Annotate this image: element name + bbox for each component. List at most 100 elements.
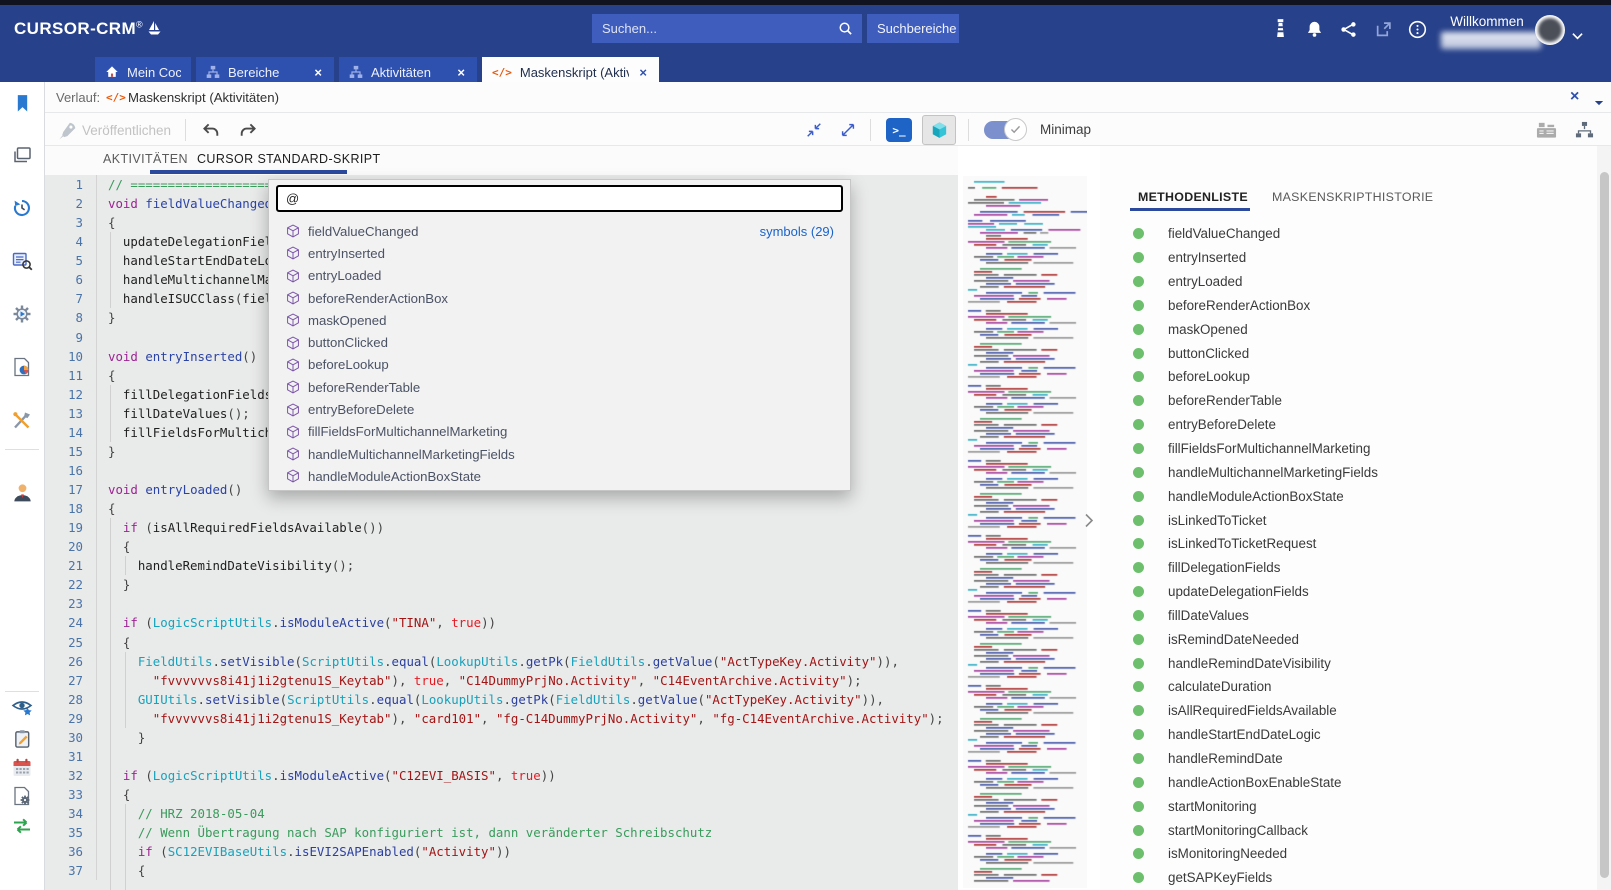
autocomplete-item-buttonClicked[interactable]: buttonClicked xyxy=(269,331,850,353)
code-line-37[interactable]: 37 { xyxy=(45,861,958,880)
history-dropdown-chevron-icon[interactable] xyxy=(1594,94,1604,112)
method-item-handleStartEndDateLogic[interactable]: handleStartEndDateLogic xyxy=(1100,723,1597,747)
scrollbar-thumb[interactable] xyxy=(1600,172,1609,878)
autocomplete-item-fillFieldsForMultichannelMarketing[interactable]: fillFieldsForMultichannelMarketing xyxy=(269,421,850,443)
code-line-30[interactable]: 30 } xyxy=(45,728,958,747)
method-item-isRemindDateNeeded[interactable]: isRemindDateNeeded xyxy=(1100,627,1597,651)
method-item-handleModuleActionBoxState[interactable]: handleModuleActionBoxState xyxy=(1100,484,1597,508)
code-line-28[interactable]: 28 GUIUtils.setVisible(ScriptUtils.equal… xyxy=(45,690,958,709)
method-item-startMonitoringCallback[interactable]: startMonitoringCallback xyxy=(1100,818,1597,842)
method-item-isLinkedToTicketRequest[interactable]: isLinkedToTicketRequest xyxy=(1100,532,1597,556)
method-item-isMonitoringNeeded[interactable]: isMonitoringNeeded xyxy=(1100,842,1597,866)
method-item-updateDelegationFields[interactable]: updateDelegationFields xyxy=(1100,580,1597,604)
sidebar-item-bookmark-icon[interactable] xyxy=(5,87,39,119)
method-item-isAllRequiredFieldsAvailable[interactable]: isAllRequiredFieldsAvailable xyxy=(1100,699,1597,723)
method-item-beforeRenderTable[interactable]: beforeRenderTable xyxy=(1100,389,1597,413)
code-line-20[interactable]: 20 { xyxy=(45,537,958,556)
autocomplete-item-beforeLookup[interactable]: beforeLookup xyxy=(269,354,850,376)
code-line-26[interactable]: 26 FieldUtils.setVisible(ScriptUtils.equ… xyxy=(45,652,958,671)
autocomplete-item-handleModuleActionBoxState[interactable]: handleModuleActionBoxState xyxy=(269,465,850,487)
method-item-beforeRenderActionBox[interactable]: beforeRenderActionBox xyxy=(1100,294,1597,318)
method-item-handleRemindDateVisibility[interactable]: handleRemindDateVisibility xyxy=(1100,651,1597,675)
code-line-32[interactable]: 32 if (LogicScriptUtils.isModuleActive("… xyxy=(45,766,958,785)
code-line-33[interactable]: 33 { xyxy=(45,785,958,804)
symbols-cube-toggle[interactable] xyxy=(922,115,956,145)
autocomplete-item-handleMultichannelMarketingFields[interactable]: handleMultichannelMarketingFields xyxy=(269,443,850,465)
code-line-34[interactable]: 34 // HRZ 2018-05-04 xyxy=(45,804,958,823)
sidebar-item-search-doc-icon[interactable] xyxy=(5,245,39,277)
code-line-35[interactable]: 35 // Wenn Übertragung nach SAP konfigur… xyxy=(45,823,958,842)
code-line-21[interactable]: 21 handleRemindDateVisibility(); xyxy=(45,556,958,575)
code-line-31[interactable]: 31 xyxy=(45,747,958,766)
close-tab-icon[interactable]: × xyxy=(455,65,467,80)
sidebar-item-process-gear-icon[interactable] xyxy=(5,298,39,330)
panel-tab-methodenliste[interactable]: METHODENLISTE xyxy=(1138,190,1248,204)
method-item-entryLoaded[interactable]: entryLoaded xyxy=(1100,270,1597,294)
sidebar-item-tools-icon[interactable] xyxy=(5,404,39,436)
close-tab-icon[interactable]: × xyxy=(637,65,649,80)
method-item-isLinkedToTicket[interactable]: isLinkedToTicket xyxy=(1100,508,1597,532)
method-item-entryInserted[interactable]: entryInserted xyxy=(1100,246,1597,270)
autocomplete-item-entryBeforeDelete[interactable]: entryBeforeDelete xyxy=(269,398,850,420)
sidebar-item-history-icon[interactable] xyxy=(5,192,39,224)
code-line-23[interactable]: 23 xyxy=(45,594,958,613)
method-item-beforeLookup[interactable]: beforeLookup xyxy=(1100,365,1597,389)
share-icon[interactable] xyxy=(1336,17,1360,41)
method-item-fillFieldsForMultichannelMarketing[interactable]: fillFieldsForMultichannelMarketing xyxy=(1100,437,1597,461)
code-line-29[interactable]: 29 "fvvvvvvs8i41j1i2gtenu1S_Keytab"), "c… xyxy=(45,709,958,728)
publish-rocket-icon[interactable] xyxy=(55,118,79,142)
autocomplete-item-fieldValueChanged[interactable]: fieldValueChangedsymbols (29) xyxy=(269,220,850,242)
method-item-maskOpened[interactable]: maskOpened xyxy=(1100,317,1597,341)
method-item-startMonitoring[interactable]: startMonitoring xyxy=(1100,794,1597,818)
code-line-19[interactable]: 19 if (isAllRequiredFieldsAvailable()) xyxy=(45,518,958,537)
method-item-fillDelegationFields[interactable]: fillDelegationFields xyxy=(1100,556,1597,580)
sidebar-item-report-doc-icon[interactable] xyxy=(5,351,39,383)
expand-editor-icon[interactable] xyxy=(836,118,860,142)
code-line-36[interactable]: 36 if (SC12EVIBaseUtils.isEVI2SAPEnabled… xyxy=(45,842,958,861)
autocomplete-item-entryInserted[interactable]: entryInserted xyxy=(269,242,850,264)
autocomplete-item-beforeRenderActionBox[interactable]: beforeRenderActionBox xyxy=(269,287,850,309)
method-item-handleRemindDate[interactable]: handleRemindDate xyxy=(1100,747,1597,771)
editor-tab-cursor-standard-skript[interactable]: CURSOR STANDARD-SKRIPT xyxy=(197,152,381,166)
search-scope-dropdown[interactable]: Suchbereiche xyxy=(867,14,959,43)
close-icon[interactable]: × xyxy=(1570,88,1579,106)
autocomplete-item-maskOpened[interactable]: maskOpened xyxy=(269,309,850,331)
sidebar-item-person-icon[interactable] xyxy=(5,476,39,508)
publish-button[interactable]: Veröffentlichen xyxy=(82,123,171,138)
method-item-calculateDuration[interactable]: calculateDuration xyxy=(1100,675,1597,699)
sidebar-item-windows-icon[interactable] xyxy=(5,139,39,171)
lighthouse-icon[interactable] xyxy=(1268,17,1292,41)
search-input[interactable] xyxy=(592,21,838,36)
user-menu-chevron-icon[interactable] xyxy=(1572,27,1583,45)
minimap-toggle[interactable] xyxy=(984,121,1022,139)
panel-tab-maskenskripthistorie[interactable]: MASKENSKRIPTHISTORIE xyxy=(1272,190,1433,204)
editor-tab-aktivit-ten[interactable]: AKTIVITÄTEN xyxy=(103,152,188,166)
sidebar-item-doc-gear-icon[interactable] xyxy=(5,780,39,812)
sidebar-item-sync-arrows-icon[interactable] xyxy=(5,810,39,842)
code-line-27[interactable]: 27 "fvvvvvvs8i41j1i2gtenu1S_Keytab"), tr… xyxy=(45,671,958,690)
method-item-buttonClicked[interactable]: buttonClicked xyxy=(1100,341,1597,365)
autocomplete-item-beforeRenderTable[interactable]: beforeRenderTable xyxy=(269,376,850,398)
avatar[interactable] xyxy=(1535,15,1565,45)
method-item-fieldValueChanged[interactable]: fieldValueChanged xyxy=(1100,222,1597,246)
code-minimap[interactable] xyxy=(963,176,1087,888)
code-line-24[interactable]: 24 if (LogicScriptUtils.isModuleActive("… xyxy=(45,613,958,632)
method-item-handleMultichannelMarketingFields[interactable]: handleMultichannelMarketingFields xyxy=(1100,460,1597,484)
method-item-getSAPKeyFields[interactable]: getSAPKeyFields xyxy=(1100,866,1597,890)
code-line-25[interactable]: 25 { xyxy=(45,633,958,652)
notifications-bell-icon[interactable] xyxy=(1302,17,1326,41)
search-icon[interactable] xyxy=(838,21,862,36)
close-tab-icon[interactable]: × xyxy=(312,65,324,80)
method-item-fillDateValues[interactable]: fillDateValues xyxy=(1100,604,1597,628)
sidebar-item-calendar-icon[interactable] xyxy=(5,751,39,783)
open-external-icon[interactable] xyxy=(1371,17,1395,41)
method-item-entryBeforeDelete[interactable]: entryBeforeDelete xyxy=(1100,413,1597,437)
method-item-handleActionBoxEnableState[interactable]: handleActionBoxEnableState xyxy=(1100,770,1597,794)
redo-icon[interactable] xyxy=(236,118,260,142)
code-line-18[interactable]: 18{ xyxy=(45,499,958,518)
org-chart-icon[interactable] xyxy=(1572,118,1596,142)
collapse-editor-icon[interactable] xyxy=(802,118,826,142)
undo-icon[interactable] xyxy=(198,118,222,142)
code-line-22[interactable]: 22 } xyxy=(45,575,958,594)
console-terminal-icon[interactable]: >_ xyxy=(886,118,912,142)
